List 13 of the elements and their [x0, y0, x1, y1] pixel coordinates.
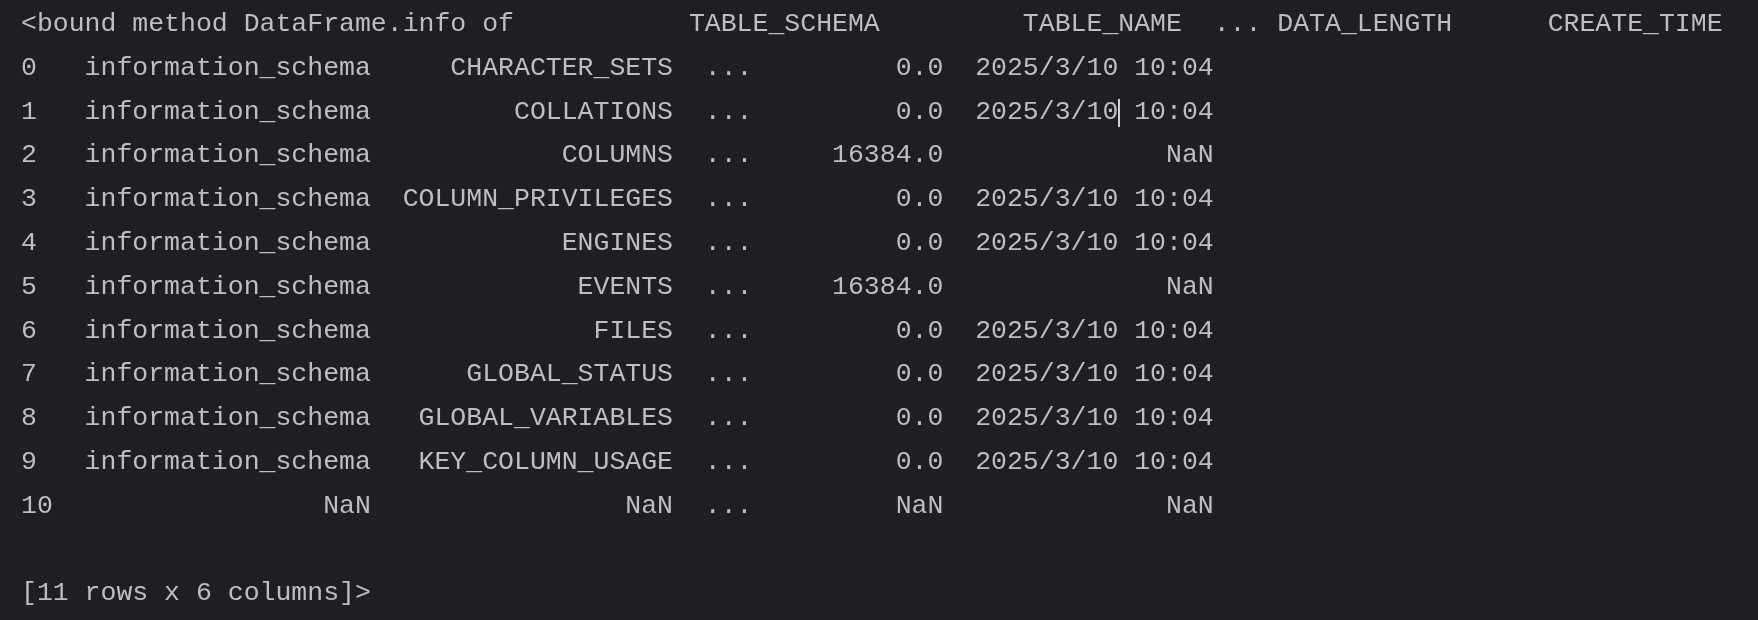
- output-line: 3 information_schema COLUMN_PRIVILEGES ... 0.0 2025/3/10 10:04: [21, 183, 1214, 217]
- output-line: [11 rows x 6 columns]>: [21, 577, 371, 611]
- output-line: 10 NaN NaN ... NaN NaN: [21, 489, 1214, 523]
- output-line: 6 information_schema FILES ... 0.0 2025/3/10 10:04: [21, 314, 1214, 348]
- output-line: 8 information_schema GLOBAL_VARIABLES ... 0.0 2025/3/10 10:04: [21, 402, 1214, 436]
- output-line: 0 information_schema CHARACTER_SETS ... 0.0 2025/3/10 10:04: [21, 51, 1214, 85]
- output-line: 7 information_schema GLOBAL_STATUS ... 0.0 2025/3/10 10:04: [21, 358, 1214, 392]
- output-line: <bound method DataFrame.info of TABLE_SCHEMA TABLE_NAME ... DATA_LENGTH CREATE_TIME: [21, 8, 1723, 41]
- output-line: 9 information_schema KEY_COLUMN_USAGE ... 0.0 2025/3/10 10:04: [21, 445, 1214, 479]
- output-line: 1 information_schema COLLATIONS ... 0.0 2025/3/10 10:04: [21, 95, 1214, 129]
- output-line: 2 information_schema COLUMNS ... 16384.0 NaN: [21, 139, 1214, 173]
- output-line: 5 information_schema EVENTS ... 16384.0 NaN: [21, 270, 1214, 304]
- output-line: 4 information_schema ENGINES ... 0.0 2025/3/10 10:04: [21, 227, 1214, 260]
